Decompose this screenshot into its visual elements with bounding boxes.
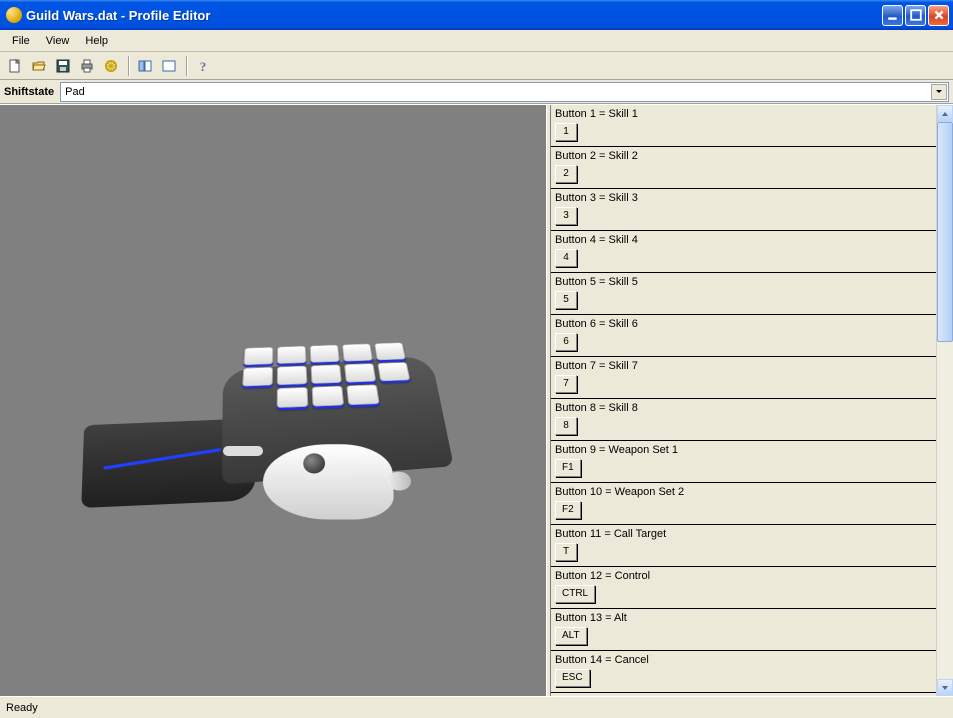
help-icon[interactable]: ? (192, 55, 214, 77)
menu-file[interactable]: File (4, 32, 38, 50)
mapping-row: Button 8 = Skill 8 8 (551, 399, 936, 441)
window-controls (882, 5, 949, 26)
mapping-key-button[interactable]: 3 (555, 207, 577, 225)
mapping-key-button[interactable]: T (555, 543, 577, 561)
mapping-key-button[interactable]: 6 (555, 333, 577, 351)
window-title: Guild Wars.dat - Profile Editor (26, 8, 882, 23)
mapping-row: Button 13 = Alt ALT (551, 609, 936, 651)
mapping-key-button[interactable]: 8 (555, 417, 577, 435)
build-icon[interactable] (100, 55, 122, 77)
close-button[interactable] (928, 5, 949, 26)
scroll-down-icon[interactable] (937, 679, 953, 696)
mapping-row: Button 14 = Cancel ESC (551, 651, 936, 693)
mappings-list: Button 1 = Skill 11Button 2 = Skill 22Bu… (551, 105, 936, 696)
menubar: File View Help (0, 30, 953, 52)
mapping-key-button[interactable]: 7 (555, 375, 577, 393)
scroll-thumb[interactable] (937, 122, 953, 342)
device-render (83, 321, 463, 561)
menu-view[interactable]: View (38, 32, 78, 50)
mapping-label: Button 13 = Alt (555, 612, 932, 624)
mapping-label: Button 9 = Weapon Set 1 (555, 444, 932, 456)
open-icon[interactable] (28, 55, 50, 77)
mapping-row: Button 5 = Skill 5 5 (551, 273, 936, 315)
mapping-label: Button 12 = Control (555, 570, 932, 582)
mapping-row: Button 9 = Weapon Set 1 F1 (551, 441, 936, 483)
mapping-row: Button 10 = Weapon Set 2 F2 (551, 483, 936, 525)
mapping-label: Button 3 = Skill 3 (555, 192, 932, 204)
mappings-panel: Button 1 = Skill 11Button 2 = Skill 22Bu… (551, 105, 953, 696)
mapping-key-button[interactable]: F2 (555, 501, 581, 519)
status-text: Ready (6, 702, 38, 714)
statusbar: Ready (0, 696, 953, 718)
mapping-label: Button 6 = Skill 6 (555, 318, 932, 330)
print-icon[interactable] (76, 55, 98, 77)
new-icon[interactable] (4, 55, 26, 77)
scrollbar[interactable] (936, 105, 953, 696)
scroll-track[interactable] (937, 122, 953, 679)
mapping-key-button[interactable]: ALT (555, 627, 587, 645)
minimize-button[interactable] (882, 5, 903, 26)
mapping-label: Button 10 = Weapon Set 2 (555, 486, 932, 498)
mapping-row: Button 2 = Skill 2 2 (551, 147, 936, 189)
mapping-key-button[interactable]: ESC (555, 669, 590, 687)
menu-help[interactable]: Help (77, 32, 116, 50)
chevron-down-icon[interactable] (931, 84, 947, 100)
scroll-up-icon[interactable] (937, 105, 953, 122)
maximize-button[interactable] (905, 5, 926, 26)
mapping-row: Button 1 = Skill 1 1 (551, 105, 936, 147)
shiftstate-select[interactable]: Pad (60, 82, 949, 102)
save-icon[interactable] (52, 55, 74, 77)
mapping-label: Button 14 = Cancel (555, 654, 932, 666)
app-icon (6, 7, 22, 23)
main-area: Button 1 = Skill 11Button 2 = Skill 22Bu… (0, 104, 953, 696)
shiftstate-label: Shiftstate (4, 86, 60, 98)
mapping-label: Button 11 = Call Target (555, 528, 932, 540)
shiftstate-value: Pad (65, 86, 85, 98)
mapping-row: Button 6 = Skill 6 6 (551, 315, 936, 357)
toolbar: ? (0, 52, 953, 80)
mapping-row: Button 4 = Skill 4 4 (551, 231, 936, 273)
mapping-key-button[interactable]: 2 (555, 165, 577, 183)
mapping-row: Button 3 = Skill 3 3 (551, 189, 936, 231)
shiftstate-row: Shiftstate Pad (0, 80, 953, 104)
side-button (223, 446, 263, 456)
toolbar-separator (186, 56, 188, 76)
mapping-label: Button 7 = Skill 7 (555, 360, 932, 372)
thumb-stick (303, 453, 325, 473)
layout-a-icon[interactable] (134, 55, 156, 77)
mapping-label: Button 8 = Skill 8 (555, 402, 932, 414)
mapping-key-button[interactable]: 4 (555, 249, 577, 267)
mapping-row: Button 12 = Control CTRL (551, 567, 936, 609)
mapping-label: Button 4 = Skill 4 (555, 234, 932, 246)
mapping-key-button[interactable]: 1 (555, 123, 577, 141)
side-knob (387, 471, 412, 490)
mapping-key-button[interactable]: CTRL (555, 585, 595, 603)
mapping-key-button[interactable]: F1 (555, 459, 581, 477)
mapping-row: Button 7 = Skill 7 7 (551, 357, 936, 399)
palm-stripe (103, 447, 221, 469)
keypad (241, 342, 416, 409)
mapping-key-button[interactable]: 5 (555, 291, 577, 309)
toolbar-separator (128, 56, 130, 76)
mapping-label: Button 2 = Skill 2 (555, 150, 932, 162)
thumb-module (261, 444, 394, 519)
titlebar: Guild Wars.dat - Profile Editor (0, 0, 953, 30)
layout-b-icon[interactable] (158, 55, 180, 77)
device-viewport[interactable] (0, 105, 546, 696)
mapping-row: Button 11 = Call Target T (551, 525, 936, 567)
mapping-label: Button 5 = Skill 5 (555, 276, 932, 288)
svg-text:?: ? (200, 59, 207, 74)
mapping-label: Button 1 = Skill 1 (555, 108, 932, 120)
